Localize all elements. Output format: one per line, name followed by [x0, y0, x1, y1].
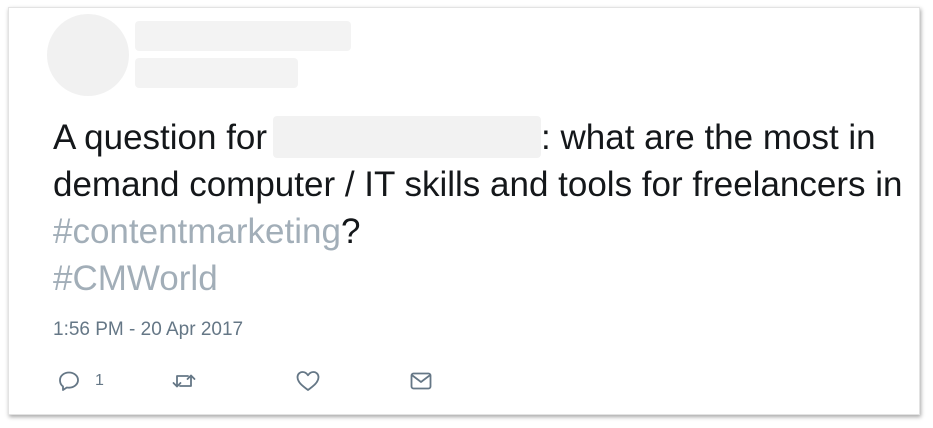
- retweet-button[interactable]: [171, 366, 197, 396]
- tweet-text-start: A question for: [53, 118, 268, 157]
- heart-icon: [295, 369, 321, 393]
- tweet-text: A question for: what are the most in dem…: [53, 114, 903, 302]
- hashtag-link-contentmarketing[interactable]: #contentmarketing: [53, 212, 341, 251]
- redacted-username: [135, 58, 298, 88]
- redacted-mention: [273, 116, 542, 158]
- tweet-text-punctuation: ?: [340, 212, 361, 251]
- reply-button[interactable]: 1: [57, 366, 104, 396]
- envelope-icon: [409, 370, 433, 392]
- redacted-display-name: [135, 21, 351, 51]
- tweet-card: A question for: what are the most in dem…: [8, 7, 920, 415]
- reply-count: 1: [95, 372, 104, 389]
- hashtag-link-cmworld[interactable]: #CMWorld: [53, 259, 218, 298]
- like-button[interactable]: [295, 366, 321, 396]
- direct-message-button[interactable]: [409, 366, 433, 396]
- tweet-actions: 1: [53, 366, 473, 396]
- speech-bubble-icon: [57, 369, 81, 393]
- tweet-timestamp[interactable]: 1:56 PM - 20 Apr 2017: [53, 319, 243, 341]
- avatar[interactable]: [47, 14, 129, 96]
- retweet-arrows-icon: [171, 369, 197, 393]
